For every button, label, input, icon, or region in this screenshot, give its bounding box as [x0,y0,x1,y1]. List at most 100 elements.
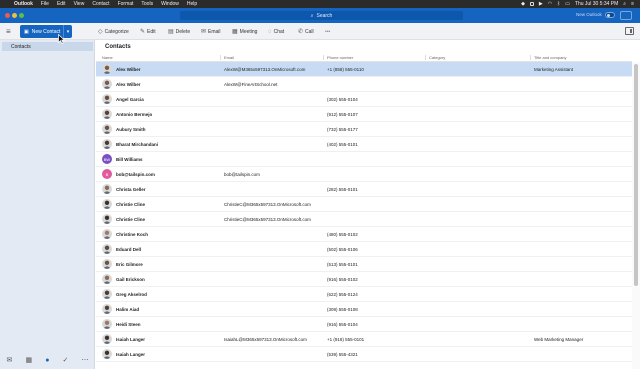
zoom-window-button[interactable] [19,13,24,18]
contact-row[interactable]: Greg Akselrod (622) 555-0124 [96,287,632,302]
menu-edit[interactable]: Edit [57,1,66,7]
battery-icon[interactable]: ▭ [565,1,570,7]
column-divider[interactable] [323,55,324,60]
contact-row[interactable]: Isaiah Langer IsaiahL@M365x597313.OnMicro… [96,332,632,347]
call-button[interactable]: ✆ Call [298,26,314,37]
hamburger-menu-icon[interactable]: ≡ [6,28,11,36]
more-apps-icon[interactable]: ⋯ [81,356,88,364]
contact-phone: (402) 555-0101 [327,142,358,147]
contact-row[interactable]: Aubury Smith (732) 555-0177 [96,122,632,137]
bluetooth-icon[interactable]: ᛒ [557,1,560,7]
new-outlook-label: New Outlook [576,12,602,17]
contact-phone: (502) 555-0106 [327,247,358,252]
menu-tools[interactable]: Tools [141,1,153,7]
envelope-icon: ✉ [201,29,207,35]
contact-email: ChristieC@M365x597313.OnMicrosoft.com [224,217,311,222]
contact-row[interactable]: Isaiah Langer (539) 555-4321 [96,347,632,362]
menu-format[interactable]: Format [118,1,134,7]
contact-row[interactable]: Christie Cline ChristieC@M365x597313.OnMi… [96,197,632,212]
people-icon[interactable]: ● [45,357,49,364]
contacts-pane: Contacts Name Email Phone number Categor… [96,40,640,369]
title-bar: ⌕ Search New Outlook [0,8,640,23]
menu-help[interactable]: Help [187,1,197,7]
chat-button[interactable]: ◌ Chat [268,26,284,37]
calendar-icon[interactable]: ▦ [25,356,32,364]
column-header-category[interactable]: Category [429,55,445,60]
column-divider[interactable] [425,55,426,60]
avatar-photo [102,244,112,254]
display-icon[interactable] [529,2,534,6]
categorize-label: Categorize [104,28,129,35]
side-pane-toggle-icon[interactable] [625,27,634,35]
control-center-icon[interactable]: ≡ [631,1,634,7]
contact-row[interactable]: Alex Wilber AlexW@M365x597313.OnMicrosoft… [96,62,632,77]
contact-row[interactable]: Angel Garcia (302) 555-0104 [96,92,632,107]
email-label: Email [208,28,221,35]
contact-row[interactable]: Bbob@tailspin.com bob@tailspin.com [96,167,632,182]
contact-row[interactable]: Gail Erickson (916) 555-0102 [96,272,632,287]
menu-bar: Outlook File Edit View Contact Format To… [0,0,640,8]
search-icon[interactable]: ⌕ [623,1,626,7]
contact-row[interactable]: Antonio Bermejo (912) 555-0107 [96,107,632,122]
scrollbar-thumb[interactable] [634,64,638,286]
column-header-email[interactable]: Email [224,55,234,60]
edit-button[interactable]: ✎ Edit [140,26,156,37]
phone-icon: ✆ [298,29,304,35]
avatar-photo [102,79,112,89]
column-divider[interactable] [220,55,221,60]
clock[interactable]: Thu Jul 30 5:34 PM [575,1,618,7]
column-header-title[interactable]: Title and company [534,55,567,60]
contact-phone: (912) 555-0107 [327,112,358,117]
call-label: Call [305,28,314,35]
contact-email: ChristieC@M365x597313.OnMicrosoft.com [224,202,311,207]
menu-view[interactable]: View [74,1,85,7]
minimize-window-button[interactable] [12,13,17,18]
more-label: ••• [325,28,331,35]
contact-phone: (539) 555-4321 [327,352,358,357]
menu-window[interactable]: Window [161,1,179,7]
categorize-button[interactable]: ◇ Categorize [98,26,129,37]
contact-row[interactable]: BW Bill Williams [96,152,632,167]
contact-row[interactable]: Alex Wilber AlexW@FineArtSchool.net [96,77,632,92]
new-outlook-toggle[interactable] [605,12,615,18]
avatar-photo [102,124,112,134]
contact-row[interactable]: Christa Geller (282) 555-0101 [96,182,632,197]
avatar-photo [102,304,112,314]
menu-contact[interactable]: Contact [92,1,109,7]
column-header-name[interactable]: Name [102,55,113,60]
contact-title: Web Marketing Manager [534,337,584,342]
new-contact-label: New Contact [31,28,61,35]
contact-row[interactable]: Christine Koch (480) 555-0102 [96,227,632,242]
contact-row[interactable]: Christie Cline ChristieC@M365x597313.OnMi… [96,212,632,227]
contact-row[interactable]: Bharat Mirchandani (402) 555-0101 [96,137,632,152]
email-button[interactable]: ✉ Email [201,26,221,37]
contact-title: Marketing Assistant [534,67,574,72]
column-header-phone[interactable]: Phone number [327,55,353,60]
contact-phone: (916) 555-0104 [327,322,358,327]
avatar-photo [102,274,112,284]
more-button[interactable]: ••• [325,26,330,37]
search-box[interactable]: ⌕ Search [180,11,463,20]
dropbox-icon[interactable]: ◆ [521,1,525,7]
menu-app-outlook[interactable]: Outlook [14,1,33,7]
delete-button[interactable]: ▤ Delete [168,26,190,37]
column-divider[interactable] [530,55,531,60]
menu-file[interactable]: File [41,1,49,7]
contact-row[interactable]: Eduard Dell (502) 555-0106 [96,242,632,257]
close-window-button[interactable] [5,13,10,18]
contact-phone: (282) 555-0101 [327,187,358,192]
tasks-icon[interactable]: ✓ [63,356,69,364]
contact-card-icon: ▣ [24,28,29,35]
play-icon[interactable]: ▶ [539,1,543,7]
sidebar-item-contacts[interactable]: Contacts [2,42,93,51]
contact-row[interactable]: Halim Aiad (309) 555-0108 [96,302,632,317]
wifi-icon[interactable]: ◠ [548,1,552,7]
contact-row[interactable]: Heidi Steen (916) 555-0104 [96,317,632,332]
contact-name: Aubury Smith [116,127,146,132]
meeting-button[interactable]: ▦ Meeting [232,26,257,37]
avatar-photo [102,94,112,104]
window-layout-icon[interactable] [620,11,632,20]
contact-name: Alex Wilber [116,67,141,72]
contact-row[interactable]: Eric Gilmore (513) 555-0101 [96,257,632,272]
mail-icon[interactable]: ✉ [7,356,13,364]
